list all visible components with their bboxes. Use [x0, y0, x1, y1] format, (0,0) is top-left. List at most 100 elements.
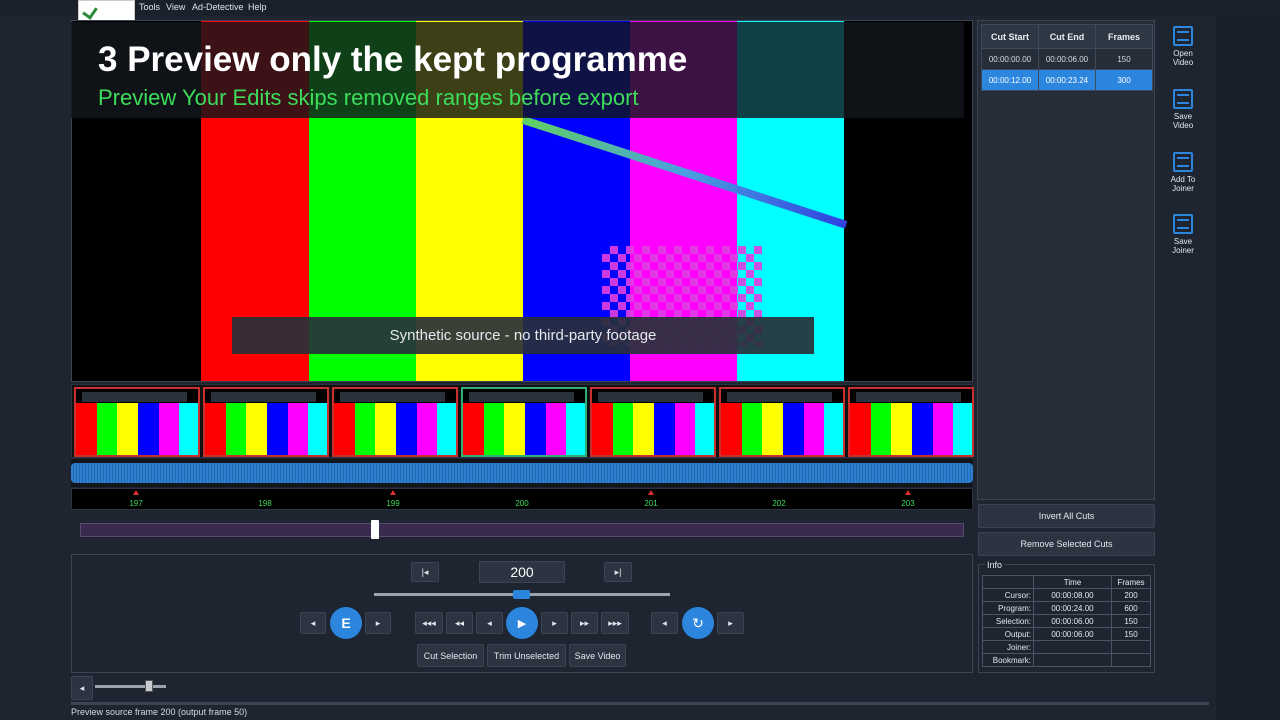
frame-ruler[interactable]: 197 198 199 200 201 202 203 — [71, 488, 973, 510]
table-row: Joiner: — [982, 640, 1151, 654]
go-to-end-button[interactable]: ▸| — [604, 562, 632, 582]
thumbnail[interactable] — [203, 387, 329, 457]
cuts-table: Cut Start Cut End Frames 00:00:00.00 00:… — [981, 24, 1153, 91]
thumb-title-bar — [211, 392, 316, 402]
audio-waveform[interactable] — [71, 459, 973, 487]
info-row-label: Bookmark: — [982, 653, 1034, 667]
frame-label: 202 — [772, 499, 786, 508]
thumb-bar — [654, 403, 676, 455]
col-cut-start[interactable]: Cut Start — [981, 24, 1039, 49]
edit-prev-button[interactable]: ◂ — [300, 612, 326, 634]
menu-view[interactable]: View — [166, 2, 185, 12]
open-video-tool[interactable]: Open Video — [1163, 26, 1203, 67]
info-row-label: Selection: — [982, 614, 1034, 628]
thumb-bar — [117, 403, 139, 455]
thumb-bar — [612, 403, 635, 455]
forward-fast-button[interactable]: ▸▸▸ — [601, 612, 629, 634]
info-label: Info — [985, 560, 1005, 570]
thumbnail[interactable] — [848, 387, 974, 457]
col-cut-end[interactable]: Cut End — [1038, 24, 1096, 49]
cut-selection-button[interactable]: Cut Selection — [417, 644, 484, 667]
save-video-tool[interactable]: Save Video — [1163, 89, 1203, 130]
add-to-joiner-tool[interactable]: Add To Joiner — [1163, 152, 1203, 193]
info-frames: 150 — [1111, 627, 1151, 641]
horizontal-scrollbar[interactable] — [71, 702, 1209, 705]
thumbnail[interactable] — [332, 387, 458, 457]
edit-next-button[interactable]: ▸ — [365, 612, 391, 634]
frame-number-field[interactable]: 200 — [479, 561, 565, 583]
thumb-bar — [437, 403, 456, 455]
thumb-bar — [267, 403, 289, 455]
thumb-bar — [870, 403, 893, 455]
menu-tools[interactable]: Tools — [139, 2, 160, 12]
table-row[interactable]: 00:00:00.00 00:00:06.00 150 — [981, 48, 1153, 70]
status-text: Preview source frame 200 (output frame 5… — [71, 707, 248, 717]
menu-help[interactable]: Help — [248, 2, 267, 12]
info-row-label: Joiner: — [982, 640, 1034, 654]
info-time — [1033, 640, 1112, 654]
thumb-bar — [96, 403, 119, 455]
info-time: 00:00:06.00 — [1033, 627, 1112, 641]
menu-ad-detective[interactable]: Ad-Detective — [192, 2, 244, 12]
step-back-button[interactable]: ◂ — [476, 612, 503, 634]
volume-slider-handle[interactable] — [145, 680, 153, 692]
thumb-title-bar — [598, 392, 703, 402]
thumb-bar — [225, 403, 248, 455]
thumb-title-bar — [856, 392, 961, 402]
scrubber-handle[interactable] — [371, 520, 379, 539]
thumb-bar — [721, 403, 743, 455]
step-forward-button[interactable]: ▸ — [541, 612, 568, 634]
save-joiner-tool[interactable]: Save Joiner — [1163, 214, 1203, 255]
table-row[interactable]: 00:00:12.00 00:00:23.24 300 — [981, 69, 1153, 91]
play-button[interactable]: ▶ — [506, 607, 538, 639]
invert-all-cuts-button[interactable]: Invert All Cuts — [978, 504, 1155, 528]
loop-icon[interactable]: ↻ — [682, 607, 714, 639]
thumbnail[interactable] — [719, 387, 845, 457]
save-video-button[interactable]: Save Video — [569, 644, 626, 667]
volume-icon[interactable]: ◂ — [71, 676, 93, 700]
thumb-bar — [246, 403, 268, 455]
tool-label: Add To — [1170, 175, 1196, 184]
speed-slider-handle[interactable] — [513, 590, 530, 599]
thumb-bar — [545, 403, 568, 455]
remove-selected-cuts-button[interactable]: Remove Selected Cuts — [978, 532, 1155, 556]
thumb-bar — [416, 403, 439, 455]
loop-prev-button[interactable]: ◂ — [651, 612, 678, 634]
video-caption: Synthetic source - no third-party footag… — [232, 317, 814, 354]
rewind-fast-button[interactable]: ◂◂◂ — [415, 612, 443, 634]
info-table: Time Frames Cursor: 00:00:08.00 200 Progra… — [982, 575, 1151, 667]
info-time — [1033, 653, 1112, 667]
col-frames[interactable]: Frames — [1095, 24, 1153, 49]
tool-label: Save — [1173, 112, 1193, 121]
loop-next-button[interactable]: ▸ — [717, 612, 744, 634]
window-edge — [1216, 0, 1280, 720]
cut-marker — [648, 490, 654, 495]
info-frames: 200 — [1111, 588, 1151, 602]
thumbnail[interactable] — [461, 387, 587, 457]
cuts-panel — [977, 20, 1155, 500]
thumb-bar — [179, 403, 198, 455]
thumb-bar — [334, 403, 356, 455]
thumb-bar — [566, 403, 585, 455]
add-film-icon — [1173, 152, 1193, 172]
edit-mode-button[interactable]: E — [330, 607, 362, 639]
trim-unselected-button[interactable]: Trim Unselected — [487, 644, 566, 667]
timeline-scrubber[interactable] — [80, 523, 964, 537]
thumbnail-strip[interactable] — [71, 384, 974, 458]
volume-slider-track[interactable] — [95, 685, 166, 688]
rewind-button[interactable]: ◂◂ — [446, 612, 473, 634]
info-row-label: Cursor: — [982, 588, 1034, 602]
thumbnail[interactable] — [74, 387, 200, 457]
cut-end-cell: 00:00:23.24 — [1038, 69, 1096, 91]
thumbnail[interactable] — [590, 387, 716, 457]
thumb-bar — [138, 403, 160, 455]
film-icon — [1173, 26, 1193, 46]
forward-button[interactable]: ▸▸ — [571, 612, 598, 634]
frame-label: 197 — [129, 499, 143, 508]
cut-marker — [905, 490, 911, 495]
slide-subtitle: Preview Your Edits skips removed ranges … — [98, 85, 639, 110]
thumb-bar — [824, 403, 843, 455]
info-frames — [1111, 640, 1151, 654]
go-to-start-button[interactable]: |◂ — [411, 562, 439, 582]
thumb-bar — [932, 403, 955, 455]
